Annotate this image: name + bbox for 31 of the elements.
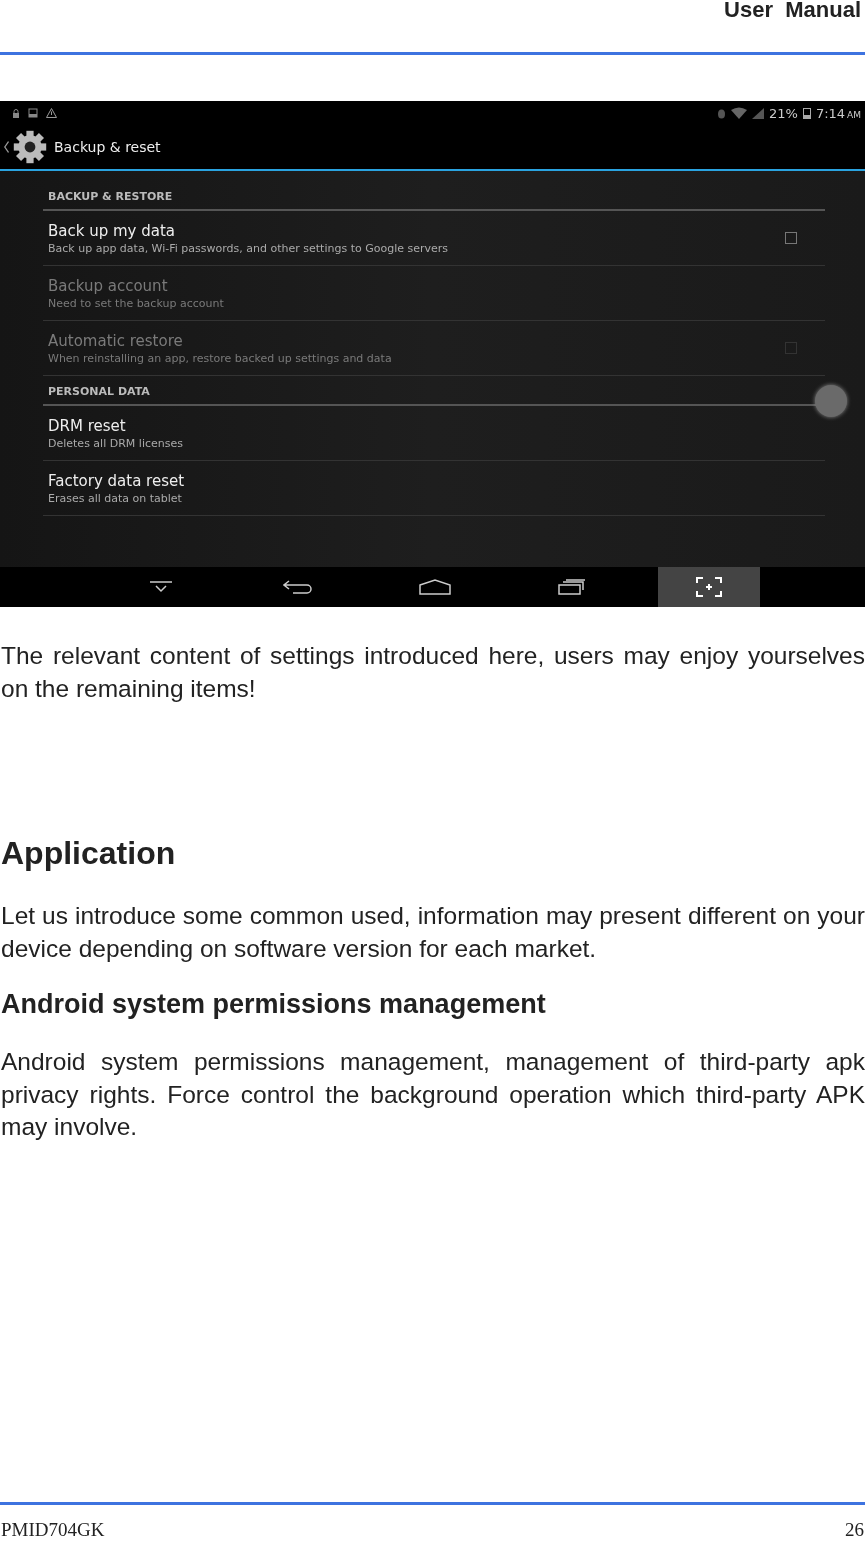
signal-icon [751, 107, 764, 119]
category-header: PERSONAL DATA [48, 385, 150, 398]
recent-apps-icon [557, 579, 586, 595]
battery-percentage: 21% [768, 105, 798, 121]
body-paragraph: Android system permissions management, management of third-party apk privacy rights. Force control the background operation which third-party APK may involve. [1, 1047, 865, 1142]
document-header: User Manual [724, 0, 861, 24]
body-paragraph: Let us introduce some common used, information may present different on your device depending on software version for each market. [1, 901, 865, 964]
category-header: BACKUP & RESTORE [48, 190, 173, 203]
clock-time: 7:14 [815, 105, 846, 121]
chevron-icon [4, 141, 9, 153]
settings-item[interactable]: Back up my data Back up app data, Wi-Fi passwords, and other settings to Google servers [43, 211, 825, 266]
back-arrow-icon [282, 579, 313, 595]
body-paragraph: The relevant content of settings introduced here, users may enjoy yourselves on the remaining items! [1, 641, 865, 704]
warning-icon [46, 108, 57, 118]
lock-icon [12, 108, 20, 118]
screenshot-button[interactable] [657, 567, 760, 607]
clock-meridiem: AM [847, 109, 861, 120]
section-heading: Application [1, 835, 177, 872]
checkbox[interactable] [785, 232, 797, 244]
model-name: PMID704GK [1, 1519, 105, 1542]
settings-item[interactable]: DRM reset Deletes all DRM licenses [43, 406, 825, 461]
battery-icon [802, 107, 811, 119]
home-icon [418, 579, 451, 595]
floating-button[interactable] [815, 385, 847, 417]
settings-item[interactable]: Factory data reset Erases all data on tablet [43, 461, 825, 516]
subsection-heading: Android system permissions management [1, 989, 547, 1020]
wifi-icon [730, 107, 747, 119]
chevron-down-icon [148, 581, 173, 593]
screen-title: Backup & reset [54, 139, 161, 155]
gear-icon [12, 129, 48, 165]
page-number: 26 [845, 1519, 864, 1542]
